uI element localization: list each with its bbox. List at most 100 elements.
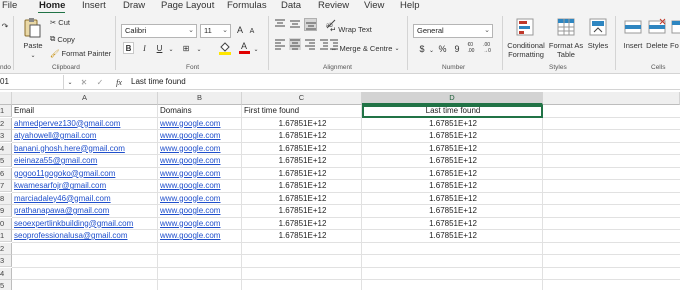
fill-color-icon[interactable] [218,41,232,55]
empty-cell[interactable] [242,242,362,255]
empty-cell[interactable] [543,243,680,255]
empty-cell[interactable] [543,218,680,230]
last-found-cell[interactable]: 1.67851E+12 [362,167,543,180]
last-found-cell[interactable]: 1.67851E+12 [362,180,543,193]
column-header-a[interactable]: A [12,92,158,105]
header-cell[interactable]: First time found [242,105,362,118]
first-found-cell[interactable]: 1.67851E+12 [242,205,362,218]
email-cell[interactable]: kwamesarfojr@gmail.com [12,180,158,193]
comma-style-button[interactable]: 9 [452,43,462,55]
first-found-cell[interactable]: 1.67851E+12 [242,192,362,205]
cancel-icon[interactable]: ✕ [79,75,89,89]
last-found-cell[interactable]: 1.67851E+12 [362,142,543,155]
paste-button[interactable]: Paste [21,41,45,50]
email-cell[interactable]: ahmedpervez130@gmail.com [12,117,158,130]
empty-cell[interactable] [12,242,158,255]
empty-cell[interactable] [543,230,680,243]
row-header[interactable]: 4 [0,142,12,155]
tab-file[interactable]: File [2,0,17,13]
currency-button[interactable]: $ [417,43,427,55]
delete-button[interactable]: Delete [645,41,669,50]
empty-cell[interactable] [543,268,680,280]
select-all-corner[interactable] [0,92,12,105]
last-found-cell[interactable]: 1.67851E+12 [362,230,543,243]
row-header[interactable]: 1 [0,230,12,242]
tab-insert[interactable]: Insert [82,0,106,13]
format-button[interactable]: Fo [670,41,680,50]
chevron-down-icon[interactable]: ⌄ [195,44,203,54]
font-name-select[interactable]: Calibri ⌄ [121,24,197,38]
tab-view[interactable]: View [364,0,384,13]
domain-cell[interactable]: www.google.com [158,130,242,143]
empty-cell[interactable] [158,255,242,268]
align-middle-icon[interactable] [289,18,301,30]
conditional-formatting-icon[interactable] [516,18,534,36]
row-header[interactable]: 3 [0,130,12,142]
domain-cell[interactable]: www.google.com [158,180,242,193]
empty-cell[interactable] [12,267,158,280]
align-right-icon[interactable] [304,38,316,50]
delete-cells-icon[interactable] [648,18,666,36]
chevron-down-icon[interactable]: ⌄ [66,76,74,88]
last-found-cell[interactable]: 1.67851E+12 [362,192,543,205]
empty-cell[interactable] [362,267,543,280]
first-found-cell[interactable]: 1.67851E+12 [242,167,362,180]
empty-cell[interactable] [543,180,680,193]
last-found-cell[interactable]: 1.67851E+12 [362,155,543,168]
last-found-cell[interactable]: 1.67851E+12 [362,205,543,218]
number-format-select[interactable]: General ⌄ [413,24,493,38]
empty-cell[interactable] [543,155,680,168]
domain-cell[interactable]: www.google.com [158,142,242,155]
empty-cell[interactable] [362,255,543,268]
row-header[interactable]: 0 [0,217,12,230]
align-left-icon[interactable] [274,38,286,50]
conditional-formatting-button[interactable]: Conditional Formatting [506,41,546,59]
row-header[interactable]: 2 [0,117,12,130]
chevron-down-icon[interactable]: ⌄ [428,45,435,55]
tab-review[interactable]: Review [318,0,349,13]
formula-input[interactable]: Last time found [131,75,186,89]
insert-button[interactable]: Insert [620,41,646,50]
first-found-cell[interactable]: 1.67851E+12 [242,142,362,155]
email-cell[interactable]: prathanapawa@gmail.com [12,205,158,218]
cut-button[interactable]: ✂ Cut [50,18,70,27]
last-found-cell[interactable]: 1.67851E+12 [362,217,543,230]
empty-cell[interactable] [242,267,362,280]
empty-cell[interactable] [543,205,680,218]
empty-cell[interactable] [362,242,543,255]
email-cell[interactable]: seoprofessionalusa@gmail.com [12,230,158,243]
row-header[interactable]: 3 [0,255,12,267]
empty-cell[interactable] [158,280,242,290]
row-header[interactable]: 4 [0,267,12,280]
first-found-cell[interactable]: 1.67851E+12 [242,180,362,193]
insert-cells-icon[interactable] [624,18,642,36]
empty-cell[interactable] [543,143,680,155]
underline-button[interactable]: U [154,42,165,54]
first-found-cell[interactable]: 1.67851E+12 [242,155,362,168]
increase-decimal-button[interactable]: €0 .00 [465,41,477,55]
row-header[interactable]: 7 [0,180,12,192]
domain-cell[interactable]: www.google.com [158,217,242,230]
row-header[interactable]: 1 [0,105,12,117]
row-header[interactable]: 8 [0,192,12,205]
last-found-cell[interactable]: 1.67851E+12 [362,130,543,143]
merge-centre-button[interactable]: ⇔ Merge & Centre ⌄ [330,44,399,53]
tab-help[interactable]: Help [400,0,420,13]
chevron-down-icon[interactable]: ⌄ [252,44,260,54]
empty-cell[interactable] [543,255,680,268]
decrease-indent-icon[interactable] [319,38,328,50]
empty-cell[interactable] [543,193,680,205]
chevron-down-icon[interactable]: ⌄ [28,51,38,59]
tab-data[interactable]: Data [281,0,301,13]
borders-icon[interactable]: ⊞ [179,42,193,54]
empty-cell[interactable] [543,168,680,180]
tab-formulas[interactable]: Formulas [227,0,267,13]
column-header-e[interactable] [543,92,680,105]
align-top-icon[interactable] [274,18,286,30]
empty-cell[interactable] [543,130,680,143]
empty-cell[interactable] [543,280,680,290]
column-header-c[interactable]: C [242,92,362,105]
empty-cell[interactable] [242,255,362,268]
enter-icon[interactable]: ✓ [95,75,105,89]
align-center-icon[interactable] [289,38,301,50]
